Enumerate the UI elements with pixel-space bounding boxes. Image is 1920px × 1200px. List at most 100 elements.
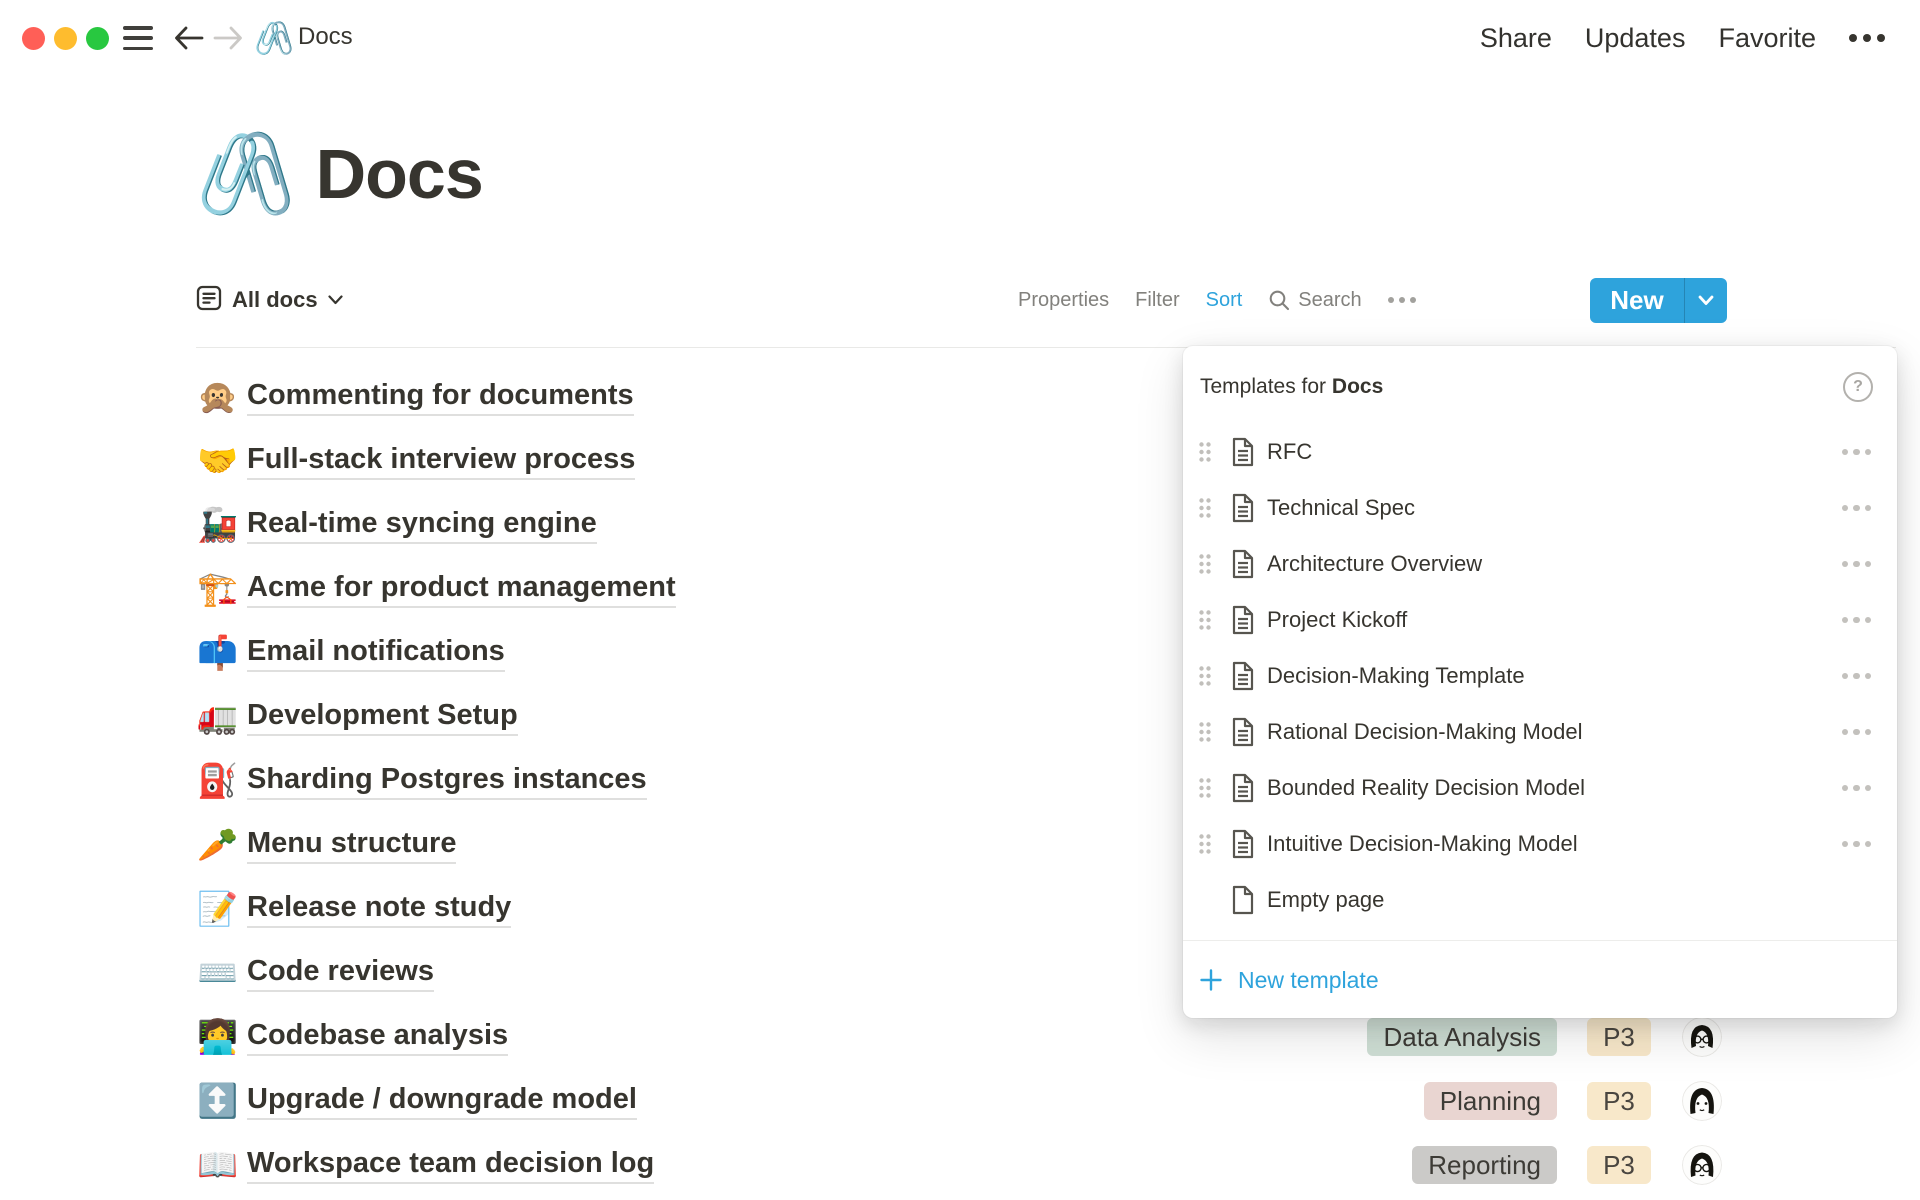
avatar[interactable] bbox=[1682, 1081, 1722, 1121]
help-icon[interactable]: ? bbox=[1843, 372, 1873, 402]
hamburger-icon[interactable] bbox=[123, 26, 153, 50]
doc-emoji: 📝 bbox=[197, 889, 247, 929]
template-row[interactable]: Decision-Making Template bbox=[1183, 648, 1897, 704]
doc-emoji: 🏗️ bbox=[197, 569, 247, 609]
template-row[interactable]: Bounded Reality Decision Model bbox=[1183, 760, 1897, 816]
doc-title-link[interactable]: Workspace team decision log bbox=[247, 1147, 654, 1184]
template-row[interactable]: RFC bbox=[1183, 424, 1897, 480]
share-button[interactable]: Share bbox=[1480, 23, 1552, 54]
template-more-icon[interactable] bbox=[1842, 449, 1872, 456]
doc-emoji: 👩‍💻 bbox=[197, 1017, 247, 1057]
doc-title-link[interactable]: Codebase analysis bbox=[247, 1019, 508, 1056]
template-more-icon[interactable] bbox=[1842, 673, 1872, 680]
back-arrow-icon[interactable] bbox=[173, 25, 205, 56]
template-row[interactable]: Project Kickoff bbox=[1183, 592, 1897, 648]
page-paperclip-emoji[interactable]: 🖇️ bbox=[196, 128, 296, 220]
template-label: RFC bbox=[1267, 439, 1312, 465]
doc-title-link[interactable]: Real-time syncing engine bbox=[247, 507, 597, 544]
blank-page-icon bbox=[1231, 885, 1255, 915]
templates-list: RFC Technical Spec Architecture Overview… bbox=[1183, 424, 1897, 928]
doc-emoji: 📖 bbox=[197, 1145, 247, 1185]
template-label: Intuitive Decision-Making Model bbox=[1267, 831, 1578, 857]
avatar[interactable] bbox=[1682, 1017, 1722, 1057]
template-label: Rational Decision-Making Model bbox=[1267, 719, 1582, 745]
template-row[interactable]: Architecture Overview bbox=[1183, 536, 1897, 592]
template-label: Architecture Overview bbox=[1267, 551, 1482, 577]
templates-panel: Templates for Docs ? RFC Technical Spec … bbox=[1183, 346, 1897, 1018]
doc-emoji: 🤝 bbox=[197, 441, 247, 481]
priority-pill[interactable]: P3 bbox=[1587, 1018, 1651, 1056]
drag-handle-icon[interactable] bbox=[1198, 441, 1212, 463]
traffic-light-green-icon[interactable] bbox=[86, 27, 109, 50]
template-row[interactable]: Intuitive Decision-Making Model bbox=[1183, 816, 1897, 872]
template-more-icon[interactable] bbox=[1842, 505, 1872, 512]
filter-button[interactable]: Filter bbox=[1135, 289, 1179, 312]
tag-pill[interactable]: Data Analysis bbox=[1367, 1018, 1557, 1056]
plus-icon bbox=[1198, 967, 1224, 993]
document-icon bbox=[1231, 437, 1255, 467]
drag-handle-icon[interactable] bbox=[1198, 721, 1212, 743]
search-button[interactable]: Search bbox=[1268, 289, 1361, 312]
sort-button[interactable]: Sort bbox=[1206, 289, 1243, 312]
doc-emoji: ⛽ bbox=[197, 761, 247, 801]
doc-title-link[interactable]: Upgrade / downgrade model bbox=[247, 1083, 637, 1120]
template-label: Bounded Reality Decision Model bbox=[1267, 775, 1585, 801]
traffic-light-yellow-icon[interactable] bbox=[54, 27, 77, 50]
template-more-icon[interactable] bbox=[1842, 729, 1872, 736]
template-more-icon[interactable] bbox=[1842, 617, 1872, 624]
drag-handle-icon[interactable] bbox=[1198, 665, 1212, 687]
doc-title-link[interactable]: Code reviews bbox=[247, 955, 434, 992]
tag-pill[interactable]: Planning bbox=[1424, 1082, 1557, 1120]
search-icon bbox=[1268, 289, 1290, 311]
drag-handle-icon[interactable] bbox=[1198, 553, 1212, 575]
new-button[interactable]: New bbox=[1590, 278, 1684, 323]
empty-page-label: Empty page bbox=[1267, 887, 1384, 913]
doc-emoji: 🚂 bbox=[197, 505, 247, 545]
doc-title-link[interactable]: Full-stack interview process bbox=[247, 443, 635, 480]
template-row[interactable]: Rational Decision-Making Model bbox=[1183, 704, 1897, 760]
empty-page-row[interactable]: Empty page bbox=[1183, 872, 1897, 928]
document-icon bbox=[1231, 773, 1255, 803]
drag-handle-icon[interactable] bbox=[1198, 497, 1212, 519]
document-icon bbox=[1231, 605, 1255, 635]
doc-title-link[interactable]: Sharding Postgres instances bbox=[247, 763, 647, 800]
chevron-down-icon bbox=[1698, 295, 1714, 306]
document-icon bbox=[1231, 493, 1255, 523]
template-label: Technical Spec bbox=[1267, 495, 1415, 521]
avatar[interactable] bbox=[1682, 1145, 1722, 1185]
tag-pill[interactable]: Reporting bbox=[1412, 1146, 1557, 1184]
doc-title-link[interactable]: Menu structure bbox=[247, 827, 456, 864]
template-more-icon[interactable] bbox=[1842, 785, 1872, 792]
all-docs-icon bbox=[196, 285, 222, 316]
traffic-light-red-icon[interactable] bbox=[22, 27, 45, 50]
priority-pill[interactable]: P3 bbox=[1587, 1082, 1651, 1120]
template-row[interactable]: Technical Spec bbox=[1183, 480, 1897, 536]
doc-title-link[interactable]: Release note study bbox=[247, 891, 511, 928]
updates-button[interactable]: Updates bbox=[1585, 23, 1686, 54]
favorite-button[interactable]: Favorite bbox=[1718, 23, 1816, 54]
properties-button[interactable]: Properties bbox=[1018, 289, 1109, 312]
priority-pill[interactable]: P3 bbox=[1587, 1146, 1651, 1184]
templates-panel-title: Templates for Docs bbox=[1200, 375, 1383, 399]
doc-row[interactable]: ↕️ Upgrade / downgrade model Planning P3 bbox=[0, 1069, 1920, 1133]
template-more-icon[interactable] bbox=[1842, 561, 1872, 568]
doc-title-link[interactable]: Development Setup bbox=[247, 699, 518, 736]
doc-row[interactable]: 📖 Workspace team decision log Reporting … bbox=[0, 1133, 1920, 1197]
doc-title-link[interactable]: Acme for product management bbox=[247, 571, 676, 608]
doc-title-link[interactable]: Email notifications bbox=[247, 635, 505, 672]
doc-title-link[interactable]: Commenting for documents bbox=[247, 379, 634, 416]
more-menu-icon[interactable] bbox=[1849, 34, 1885, 42]
view-switcher-all-docs[interactable]: All docs bbox=[196, 277, 343, 323]
search-label: Search bbox=[1298, 289, 1361, 312]
drag-handle-icon[interactable] bbox=[1198, 833, 1212, 855]
collection-toolbar: All docs Properties Filter Sort Search N… bbox=[0, 277, 1920, 323]
toolbar-more-icon[interactable] bbox=[1388, 297, 1416, 303]
drag-handle-icon[interactable] bbox=[1198, 777, 1212, 799]
new-button-dropdown[interactable] bbox=[1684, 278, 1727, 323]
template-more-icon[interactable] bbox=[1842, 841, 1872, 848]
new-template-button[interactable]: New template bbox=[1183, 941, 1897, 1019]
drag-handle-icon[interactable] bbox=[1198, 609, 1212, 631]
titlebar-doc-name: Docs bbox=[298, 23, 353, 51]
new-button-group: New bbox=[1590, 278, 1727, 323]
document-icon bbox=[1231, 549, 1255, 579]
